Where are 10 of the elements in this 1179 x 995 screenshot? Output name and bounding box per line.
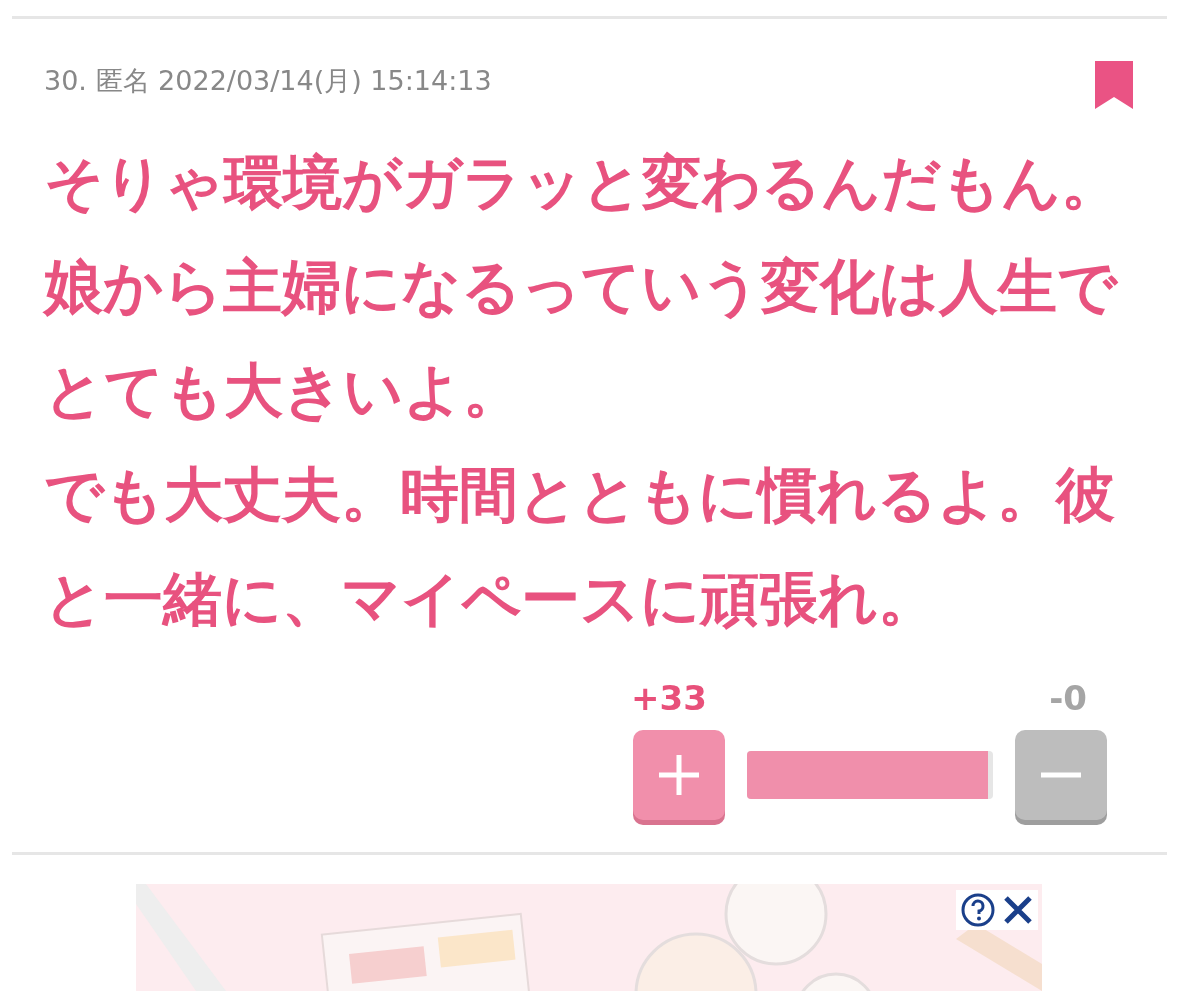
help-icon[interactable] xyxy=(960,892,996,928)
comment-text: そりゃ環境がガラッと変わるんだもん。 xyxy=(44,147,1121,219)
plus-count: +33 xyxy=(631,677,707,720)
comment-text: 娘から主婦になるっていう変化は人生でとても大きいよ。 xyxy=(44,251,1119,427)
comment-text: でも大丈夫。時間とともに慣れるよ。彼と一緒に、マイペースに頑張れ。 xyxy=(44,459,1116,635)
minus-icon xyxy=(1039,771,1083,779)
minus-count: -0 xyxy=(1049,677,1087,720)
comment-meta: 30. 匿名 2022/03/14(月) 15:14:13 xyxy=(44,64,492,98)
plus-icon xyxy=(657,753,701,797)
bookmark-icon[interactable] xyxy=(1095,61,1133,109)
